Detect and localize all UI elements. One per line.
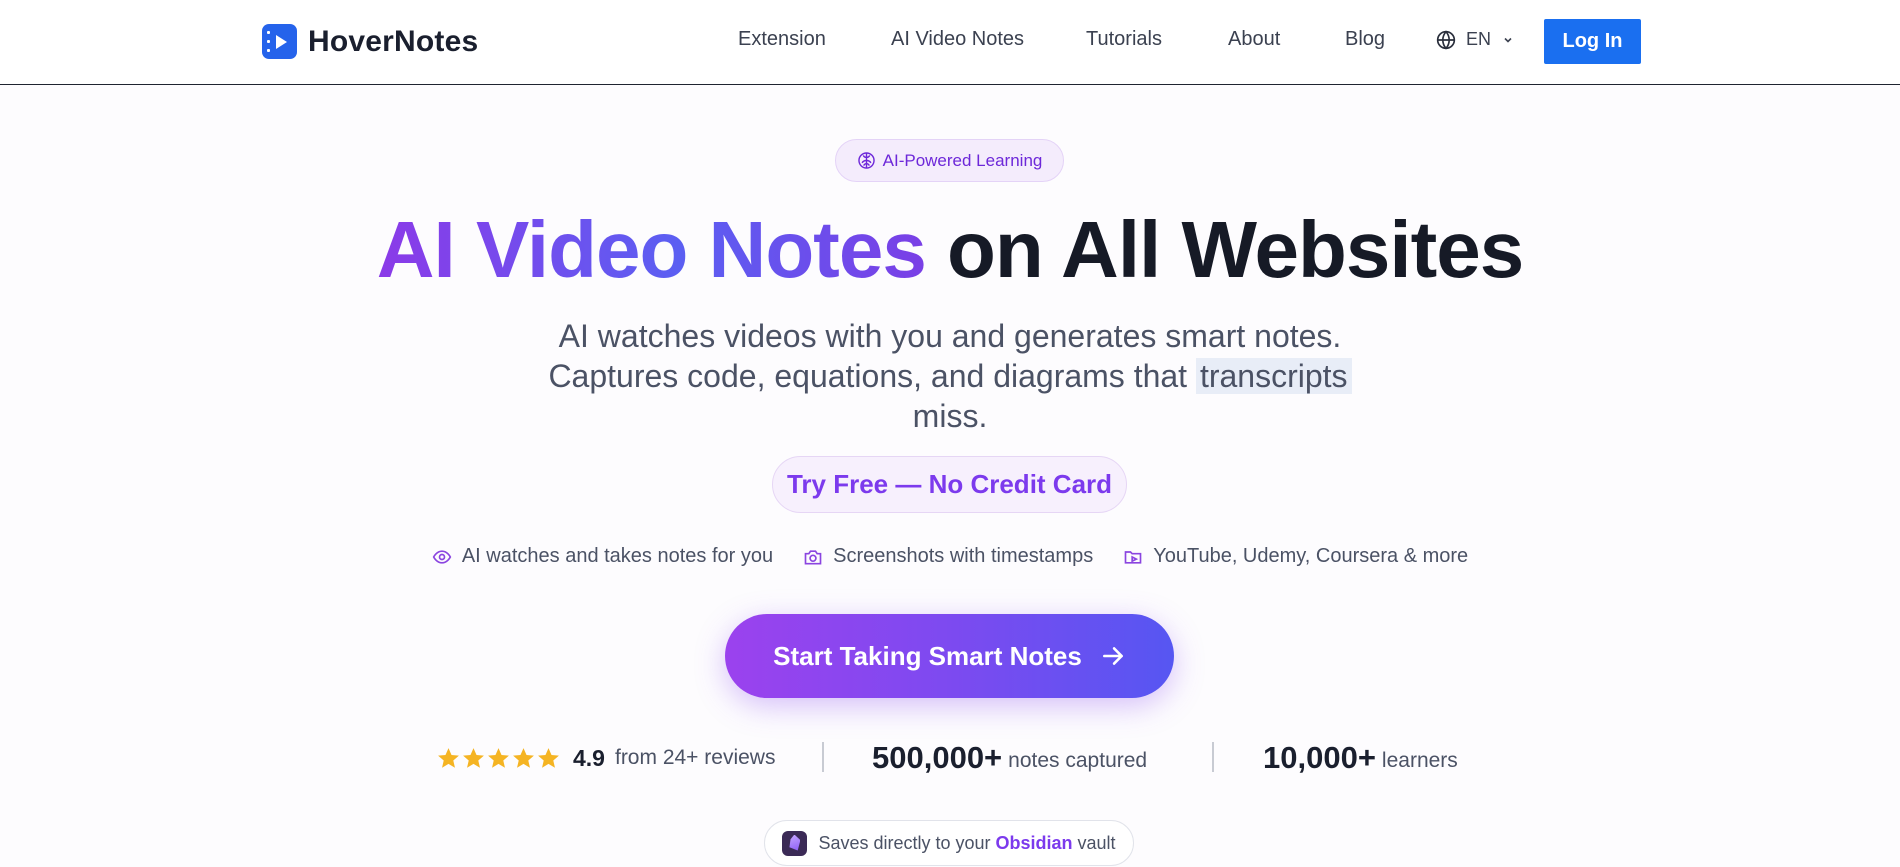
- obsidian-text-pre: Saves directly to your: [818, 832, 991, 853]
- learners-label: learners: [1381, 749, 1458, 772]
- language-selector[interactable]: EN: [1436, 29, 1513, 50]
- obsidian-link[interactable]: Obsidian: [996, 833, 1073, 854]
- top-navigation-bar: HoverNotes Extension AI Video Notes Tuto…: [0, 0, 1900, 85]
- feature-label: YouTube, Udemy, Coursera & more: [1153, 545, 1469, 567]
- feature-label: AI watches and takes notes for you: [461, 545, 774, 567]
- star-icon: [488, 747, 509, 768]
- divider: [1212, 742, 1214, 772]
- feature-list: AI watches and takes notes for you Scree…: [0, 545, 1900, 568]
- reviews-count: from 24+ reviews: [614, 746, 776, 769]
- nav-link-blog[interactable]: Blog: [1345, 28, 1385, 51]
- star-rating: [436, 746, 561, 771]
- page-title: AI Video Notes on All Websites: [0, 200, 1900, 300]
- language-label: EN: [1466, 29, 1492, 49]
- play-video-icon: [262, 24, 297, 59]
- hero-subtitle: AI watches videos with you and generates…: [450, 316, 1450, 436]
- login-button[interactable]: Log In: [1544, 19, 1641, 64]
- feature-item: AI watches and takes notes for you: [432, 545, 773, 568]
- subtitle-highlight: transcripts: [1195, 358, 1352, 394]
- headline-rest: on All Websites: [947, 205, 1524, 294]
- cta-label: Start Taking Smart Notes: [773, 640, 1082, 671]
- obsidian-badge: Saves directly to your Obsidian vault: [764, 820, 1134, 866]
- subtitle-line-2: Captures code, equations, and diagrams t…: [450, 356, 1450, 396]
- learners-stat: 10,000+ learners: [1263, 738, 1458, 778]
- learners-value: 10,000+: [1263, 740, 1376, 775]
- brand-name: HoverNotes: [308, 24, 479, 58]
- headline-highlight: AI Video Notes: [376, 205, 927, 294]
- rating-value: 4.9: [573, 744, 605, 771]
- subtitle-line-1: AI watches videos with you and generates…: [558, 318, 1342, 354]
- chevron-down-icon: [1504, 37, 1512, 43]
- obsidian-text-post: vault: [1077, 832, 1116, 853]
- star-icon: [463, 747, 484, 768]
- rating-stat: 4.9 from 24+ reviews: [436, 738, 775, 778]
- star-icon: [513, 747, 534, 768]
- try-free-button[interactable]: Try Free — No Credit Card: [772, 456, 1127, 513]
- divider: [822, 742, 824, 772]
- star-icon: [538, 747, 559, 768]
- start-taking-notes-button[interactable]: Start Taking Smart Notes: [725, 614, 1174, 698]
- arrow-right-icon: [1102, 647, 1123, 665]
- nav-link-about[interactable]: About: [1228, 28, 1280, 51]
- feature-item: Screenshots with timestamps: [803, 545, 1093, 568]
- camera-icon: [804, 549, 822, 564]
- feature-item: YouTube, Udemy, Coursera & more: [1123, 545, 1468, 568]
- brain-icon: [857, 152, 875, 169]
- ai-powered-badge: AI-Powered Learning: [835, 139, 1064, 182]
- star-icon: [438, 747, 459, 768]
- subtitle-line-3: miss.: [912, 398, 988, 434]
- badge-label: AI-Powered Learning: [882, 150, 1043, 170]
- subtitle-line-2-text: Captures code, equations, and diagrams t…: [548, 358, 1188, 394]
- obsidian-icon: [782, 830, 808, 856]
- nav-link-ai-video-notes[interactable]: AI Video Notes: [891, 28, 1024, 51]
- globe-icon: [1436, 29, 1456, 50]
- folder-video-icon: [1124, 550, 1142, 564]
- notes-stat: 500,000+ notes captured: [872, 738, 1147, 778]
- nav-link-extension[interactable]: Extension: [738, 28, 826, 51]
- notes-value: 500,000+: [872, 740, 1003, 775]
- eye-icon: [432, 549, 452, 564]
- nav-link-tutorials[interactable]: Tutorials: [1086, 28, 1162, 51]
- feature-label: Screenshots with timestamps: [833, 545, 1094, 567]
- notes-label: notes captured: [1008, 749, 1148, 772]
- brand-logo-link[interactable]: HoverNotes: [262, 24, 478, 59]
